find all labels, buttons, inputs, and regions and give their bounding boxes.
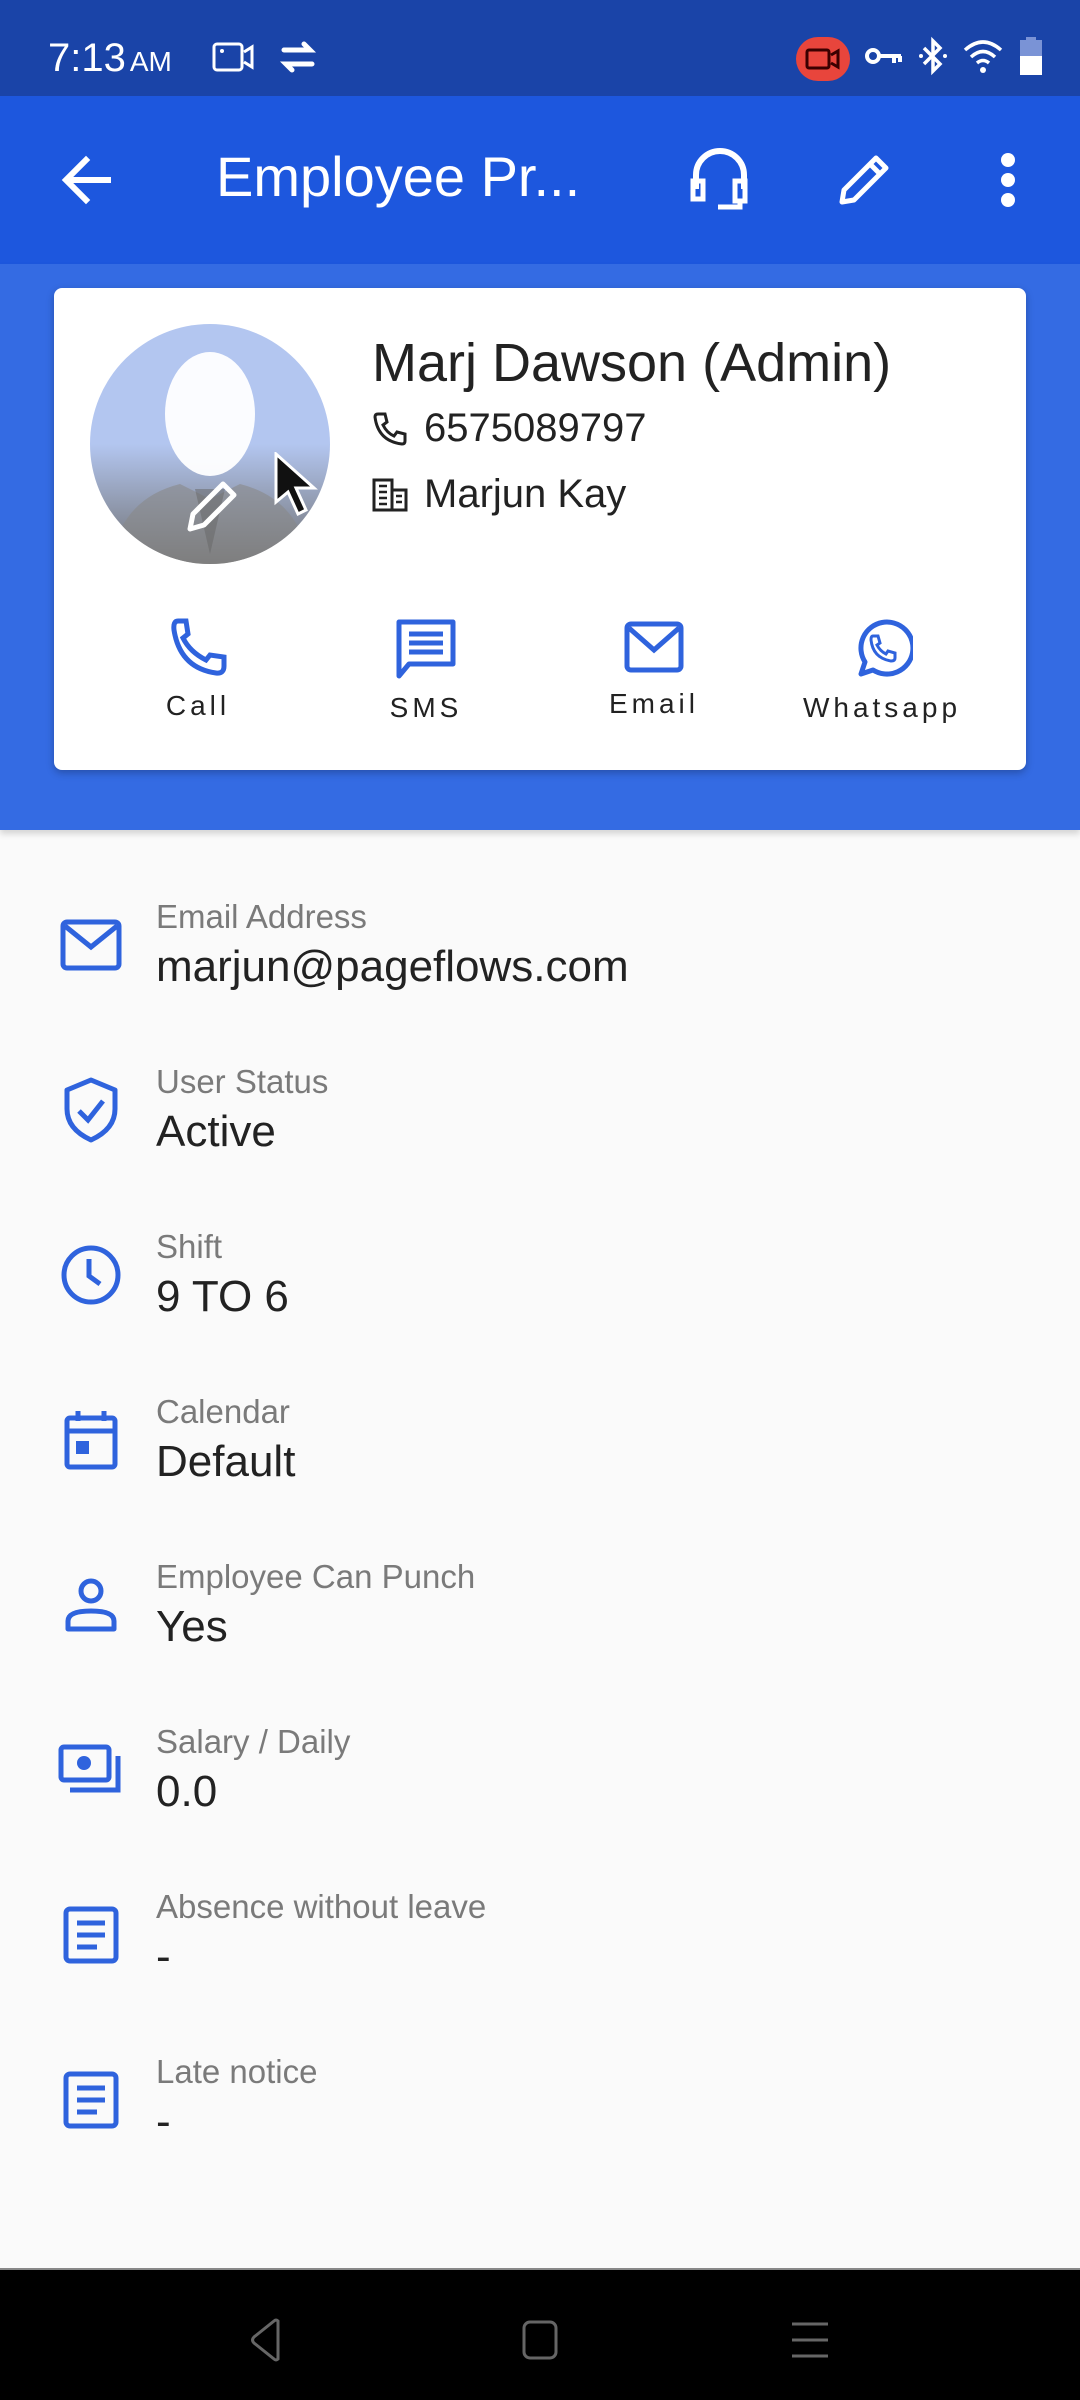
clock-ampm: AM bbox=[129, 46, 172, 77]
detail-label: Employee Can Punch bbox=[156, 1558, 476, 1595]
home-nav-icon bbox=[522, 2320, 558, 2360]
sync-icon bbox=[276, 40, 320, 81]
back-nav-icon bbox=[251, 2318, 280, 2362]
payments-icon bbox=[58, 1744, 121, 1793]
detail-value: Yes bbox=[156, 1602, 228, 1651]
whatsapp-icon bbox=[858, 619, 913, 677]
detail-late-notice: Late notice - bbox=[0, 2035, 1080, 2200]
detail-value: marjun@pageflows.com bbox=[156, 942, 629, 991]
detail-value: Active bbox=[156, 1107, 276, 1156]
system-nav-bar bbox=[0, 2268, 1080, 2400]
wifi-icon bbox=[962, 38, 1004, 79]
vpn-key-icon bbox=[864, 44, 904, 73]
edit-pencil-icon bbox=[839, 155, 889, 205]
detail-shift: Shift 9 TO 6 bbox=[0, 1210, 1080, 1375]
clock-time: 7:13 bbox=[48, 36, 126, 80]
detail-absence-without-leave: Absence without leave - bbox=[0, 1870, 1080, 2035]
person-silhouette-icon bbox=[110, 352, 310, 564]
app-bar: Employee Pr... bbox=[0, 96, 1080, 264]
detail-email: Email Address marjun@pageflows.com bbox=[0, 880, 1080, 1045]
sms-label: SMS bbox=[389, 692, 463, 723]
call-label: Call bbox=[165, 690, 231, 721]
phone-icon bbox=[171, 618, 227, 676]
nav-back-button[interactable] bbox=[236, 2310, 296, 2370]
contact-actions: Call SMS Email Whatsapp bbox=[54, 618, 1026, 724]
battery-icon bbox=[1018, 36, 1044, 81]
mail-icon bbox=[624, 621, 684, 673]
status-bar: 7:13 AM bbox=[0, 0, 1080, 96]
more-vert-icon bbox=[1001, 153, 1015, 207]
clock-icon bbox=[61, 1245, 121, 1305]
employee-name: Marj Dawson (Admin) bbox=[372, 333, 892, 393]
call-button[interactable]: Call bbox=[98, 618, 298, 724]
calendar-icon bbox=[64, 1411, 118, 1470]
detail-value: - bbox=[156, 2097, 171, 2146]
whatsapp-button[interactable]: Whatsapp bbox=[782, 618, 982, 724]
detail-label: User Status bbox=[156, 1063, 329, 1100]
page-title: Employee Pr... bbox=[216, 145, 581, 208]
detail-value: 9 TO 6 bbox=[156, 1272, 289, 1321]
detail-salary: Salary / Daily 0.0 bbox=[0, 1705, 1080, 1870]
detail-value: Default bbox=[156, 1437, 296, 1486]
status-time: 7:13 AM bbox=[48, 36, 172, 81]
recents-nav-icon bbox=[792, 2322, 828, 2358]
nav-recents-button[interactable] bbox=[780, 2310, 840, 2370]
arrow-back-icon bbox=[61, 155, 111, 205]
company-name: Marjun Kay bbox=[424, 472, 627, 516]
detail-label: Email Address bbox=[156, 898, 367, 935]
company-line: Marjun Kay bbox=[372, 472, 626, 517]
bluetooth-icon bbox=[918, 36, 948, 81]
support-button[interactable] bbox=[680, 140, 760, 220]
email-label: Email bbox=[608, 688, 699, 719]
nav-home-button[interactable] bbox=[510, 2310, 570, 2370]
profile-card: Marj Dawson (Admin) 6575089797 Marjun Ka… bbox=[54, 288, 1026, 770]
detail-value: 0.0 bbox=[156, 1767, 218, 1816]
message-icon bbox=[396, 619, 456, 679]
detail-label: Absence without leave bbox=[156, 1888, 487, 1925]
verified-shield-icon bbox=[64, 1077, 118, 1143]
sms-button[interactable]: SMS bbox=[326, 618, 526, 724]
detail-label: Salary / Daily bbox=[156, 1723, 351, 1760]
whatsapp-label: Whatsapp bbox=[802, 692, 962, 723]
person-icon bbox=[65, 1578, 117, 1632]
article-icon bbox=[63, 1906, 119, 1964]
detail-calendar: Calendar Default bbox=[0, 1375, 1080, 1540]
back-button[interactable] bbox=[56, 148, 120, 212]
mouse-cursor-icon bbox=[274, 450, 320, 523]
email-button[interactable]: Email bbox=[554, 618, 754, 724]
phone-icon bbox=[373, 412, 407, 446]
phone-line: 6575089797 bbox=[372, 406, 646, 451]
detail-label: Shift bbox=[156, 1228, 223, 1265]
detail-value: - bbox=[156, 1932, 171, 1981]
screen-record-icon bbox=[212, 40, 254, 81]
detail-user-status: User Status Active bbox=[0, 1045, 1080, 1210]
detail-label: Late notice bbox=[156, 2053, 318, 2090]
employee-details-list: Email Address marjun@pageflows.com User … bbox=[0, 880, 1080, 2200]
headset-support-icon bbox=[690, 148, 748, 210]
business-building-icon bbox=[372, 478, 408, 511]
mail-icon bbox=[60, 919, 122, 971]
phone-number: 6575089797 bbox=[424, 406, 647, 450]
detail-label: Calendar bbox=[156, 1393, 290, 1430]
more-options-button[interactable] bbox=[968, 140, 1048, 220]
avatar[interactable] bbox=[90, 324, 330, 564]
edit-button[interactable] bbox=[824, 140, 904, 220]
recording-indicator-icon bbox=[796, 36, 850, 81]
article-icon bbox=[63, 2071, 119, 2129]
detail-employee-can-punch: Employee Can Punch Yes bbox=[0, 1540, 1080, 1705]
